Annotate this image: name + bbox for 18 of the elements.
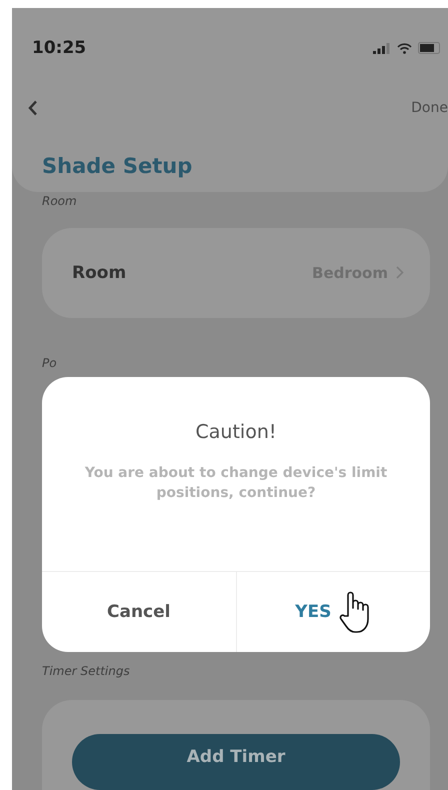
confirm-button[interactable]: YES bbox=[236, 572, 430, 652]
hand-pointer-icon bbox=[339, 590, 372, 634]
page-title: Shade Setup bbox=[41, 153, 194, 178]
section-label: Timer Settings bbox=[41, 664, 131, 678]
chevron-right-icon bbox=[396, 266, 404, 280]
status-time: 10:25 bbox=[32, 38, 86, 58]
cancel-button[interactable]: Cancel bbox=[42, 572, 236, 652]
section-label: Room bbox=[41, 194, 78, 208]
dialog-message: You are about to change device's limit positions, continue? bbox=[84, 464, 388, 503]
add-timer-button[interactable]: Add Timer bbox=[72, 734, 400, 790]
row-label: Room bbox=[72, 262, 126, 283]
dialog-title: Caution! bbox=[194, 421, 278, 443]
wifi-icon bbox=[397, 42, 412, 54]
signal-icon bbox=[373, 42, 391, 54]
battery-icon bbox=[418, 42, 440, 54]
done-button[interactable]: Done bbox=[411, 100, 448, 116]
back-icon[interactable] bbox=[28, 100, 38, 116]
section-label: Po bbox=[41, 356, 58, 370]
